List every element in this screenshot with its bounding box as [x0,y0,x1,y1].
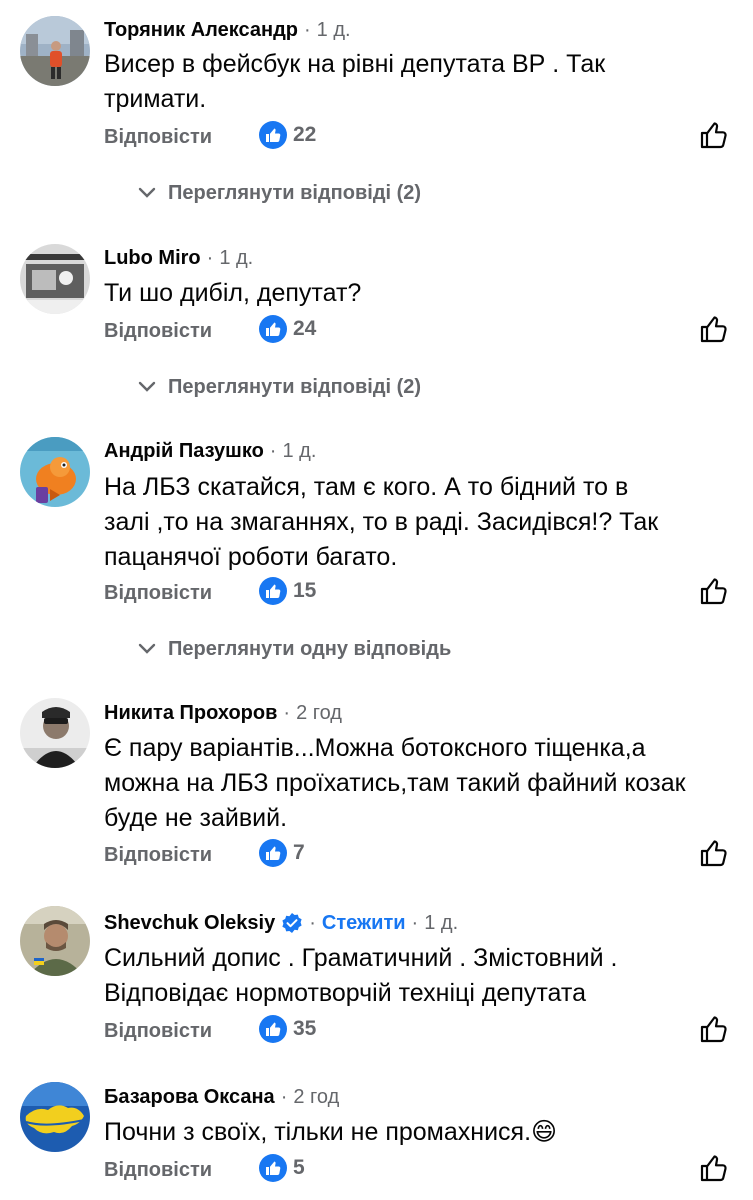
separator-dot: · [309,912,316,934]
comment-text-line: На ЛБЗ скатайся, там є кого. А то бідний… [104,473,629,501]
separator-dot: · [269,440,277,462]
comment-actions: Відповісти 15 [104,576,753,612]
comment-actions: Відповісти 5 [104,1153,753,1189]
like-button-icon[interactable] [699,576,729,606]
like-reaction-icon [259,1154,287,1182]
comment-meta: Базарова Оксана · 2 год [104,1083,339,1111]
chevron-down-icon [138,643,156,654]
comment-text-line: можна на ЛБЗ проїхатись,там такий файний… [104,769,686,797]
like-count: 22 [293,123,317,146]
comment-text-line: Ти шо дибіл, депутат? [104,279,362,307]
author-name[interactable]: Lubo Miro [104,244,201,272]
chevron-down-icon [138,381,156,392]
timestamp[interactable]: 1 д. [219,244,253,272]
like-button-icon[interactable] [699,120,729,150]
like-button-icon[interactable] [699,838,729,868]
view-replies-label: Переглянути відповіді (2) [168,375,422,398]
comment-text-line: залі ,то на змаганнях, то в раді. Засиді… [104,508,659,536]
reply-button[interactable]: Відповісти [104,1020,212,1043]
author-name[interactable]: Андрій Пазушко [104,437,264,465]
comment-text-line: тримати. [104,85,207,113]
comment-text: Ти шо дибіл, депутат? [104,276,734,311]
comment-actions: Відповісти 7 [104,838,753,874]
comment-actions: Відповісти 24 [104,314,753,350]
comment-text-line: пацанячої роботи багато. [104,543,398,571]
comment-text-line: Є пару варіантів...Можна ботоксного тіще… [104,734,646,762]
like-count: 35 [293,1017,317,1040]
reply-button[interactable]: Відповісти [104,126,212,149]
follow-button[interactable]: Стежити [322,909,406,937]
comment-text-line: Сильний допис . Граматичний . Змістовний… [104,944,618,972]
comment-text-line: Висер в фейсбук на рівні депутата ВР . Т… [104,50,606,78]
author-name[interactable]: Shevchuk Oleksiy [104,909,275,937]
comment-text: Висер в фейсбук на рівні депутата ВР . Т… [104,47,734,117]
comment-text-line: Почни з своїх, тільки не промахнися.😄 [104,1118,558,1146]
timestamp[interactable]: 1 д. [424,909,458,937]
separator-dot: · [303,19,311,41]
comment-text: Сильний допис . Граматичний . Змістовний… [104,941,734,1011]
view-replies-link[interactable]: Переглянути відповіді (2) [138,372,421,402]
timestamp[interactable]: 2 год [296,699,342,727]
like-summary[interactable]: 7 [259,839,305,867]
author-name[interactable]: Торяник Александр [104,16,298,44]
like-button-icon[interactable] [699,1153,729,1183]
comment-text: Є пару варіантів...Можна ботоксного тіще… [104,731,734,836]
chevron-down-icon [138,187,156,198]
like-count: 7 [293,841,305,864]
author-name[interactable]: Базарова Оксана [104,1083,275,1111]
like-summary[interactable]: 35 [259,1015,316,1043]
author-name[interactable]: Никита Прохоров [104,699,277,727]
avatar[interactable] [20,244,90,314]
separator-dot: · [411,912,419,934]
view-replies-label: Переглянути відповіді (2) [168,181,422,204]
avatar[interactable] [20,16,90,86]
comment-text-line: Відповідає нормотворчій техніці депутата [104,979,586,1007]
like-button-icon[interactable] [699,314,729,344]
like-reaction-icon [259,315,287,343]
reply-button[interactable]: Відповісти [104,320,212,343]
comment-actions: Відповісти 22 [104,120,753,156]
timestamp[interactable]: 2 год [293,1083,339,1111]
like-reaction-icon [259,121,287,149]
comment-meta: Lubo Miro · 1 д. [104,244,253,272]
avatar[interactable] [20,906,90,976]
timestamp[interactable]: 1 д. [282,437,316,465]
like-count: 24 [293,317,317,340]
like-summary[interactable]: 15 [259,577,316,605]
view-replies-link[interactable]: Переглянути одну відповідь [138,634,451,664]
verified-badge-icon [282,913,302,933]
like-summary[interactable]: 24 [259,315,316,343]
reply-button[interactable]: Відповісти [104,1159,212,1182]
separator-dot: · [206,247,214,269]
like-summary[interactable]: 22 [259,121,316,149]
comment-text-line: буде не зайвий. [104,804,288,832]
like-count: 5 [293,1156,305,1179]
like-count: 15 [293,579,317,602]
like-button-icon[interactable] [699,1014,729,1044]
like-summary[interactable]: 5 [259,1154,305,1182]
separator-dot: · [280,1086,288,1108]
like-reaction-icon [259,577,287,605]
view-replies-link[interactable]: Переглянути відповіді (2) [138,178,421,208]
reply-button[interactable]: Відповісти [104,582,212,605]
like-reaction-icon [259,1015,287,1043]
comment-meta: Никита Прохоров · 2 год [104,699,342,727]
reply-button[interactable]: Відповісти [104,844,212,867]
avatar[interactable] [20,1082,90,1152]
comment-text: На ЛБЗ скатайся, там є кого. А то бідний… [104,470,734,575]
comment-text: Почни з своїх, тільки не промахнися.😄 [104,1115,734,1150]
comment-actions: Відповісти 35 [104,1014,753,1050]
avatar[interactable] [20,698,90,768]
timestamp[interactable]: 1 д. [317,16,351,44]
like-reaction-icon [259,839,287,867]
comment-meta: Shevchuk Oleksiy · Стежити · 1 д. [104,909,458,937]
separator-dot: · [283,702,291,724]
avatar[interactable] [20,437,90,507]
comment-meta: Андрій Пазушко · 1 д. [104,437,316,465]
view-replies-label: Переглянути одну відповідь [168,637,452,660]
comment-meta: Торяник Александр · 1 д. [104,16,351,44]
